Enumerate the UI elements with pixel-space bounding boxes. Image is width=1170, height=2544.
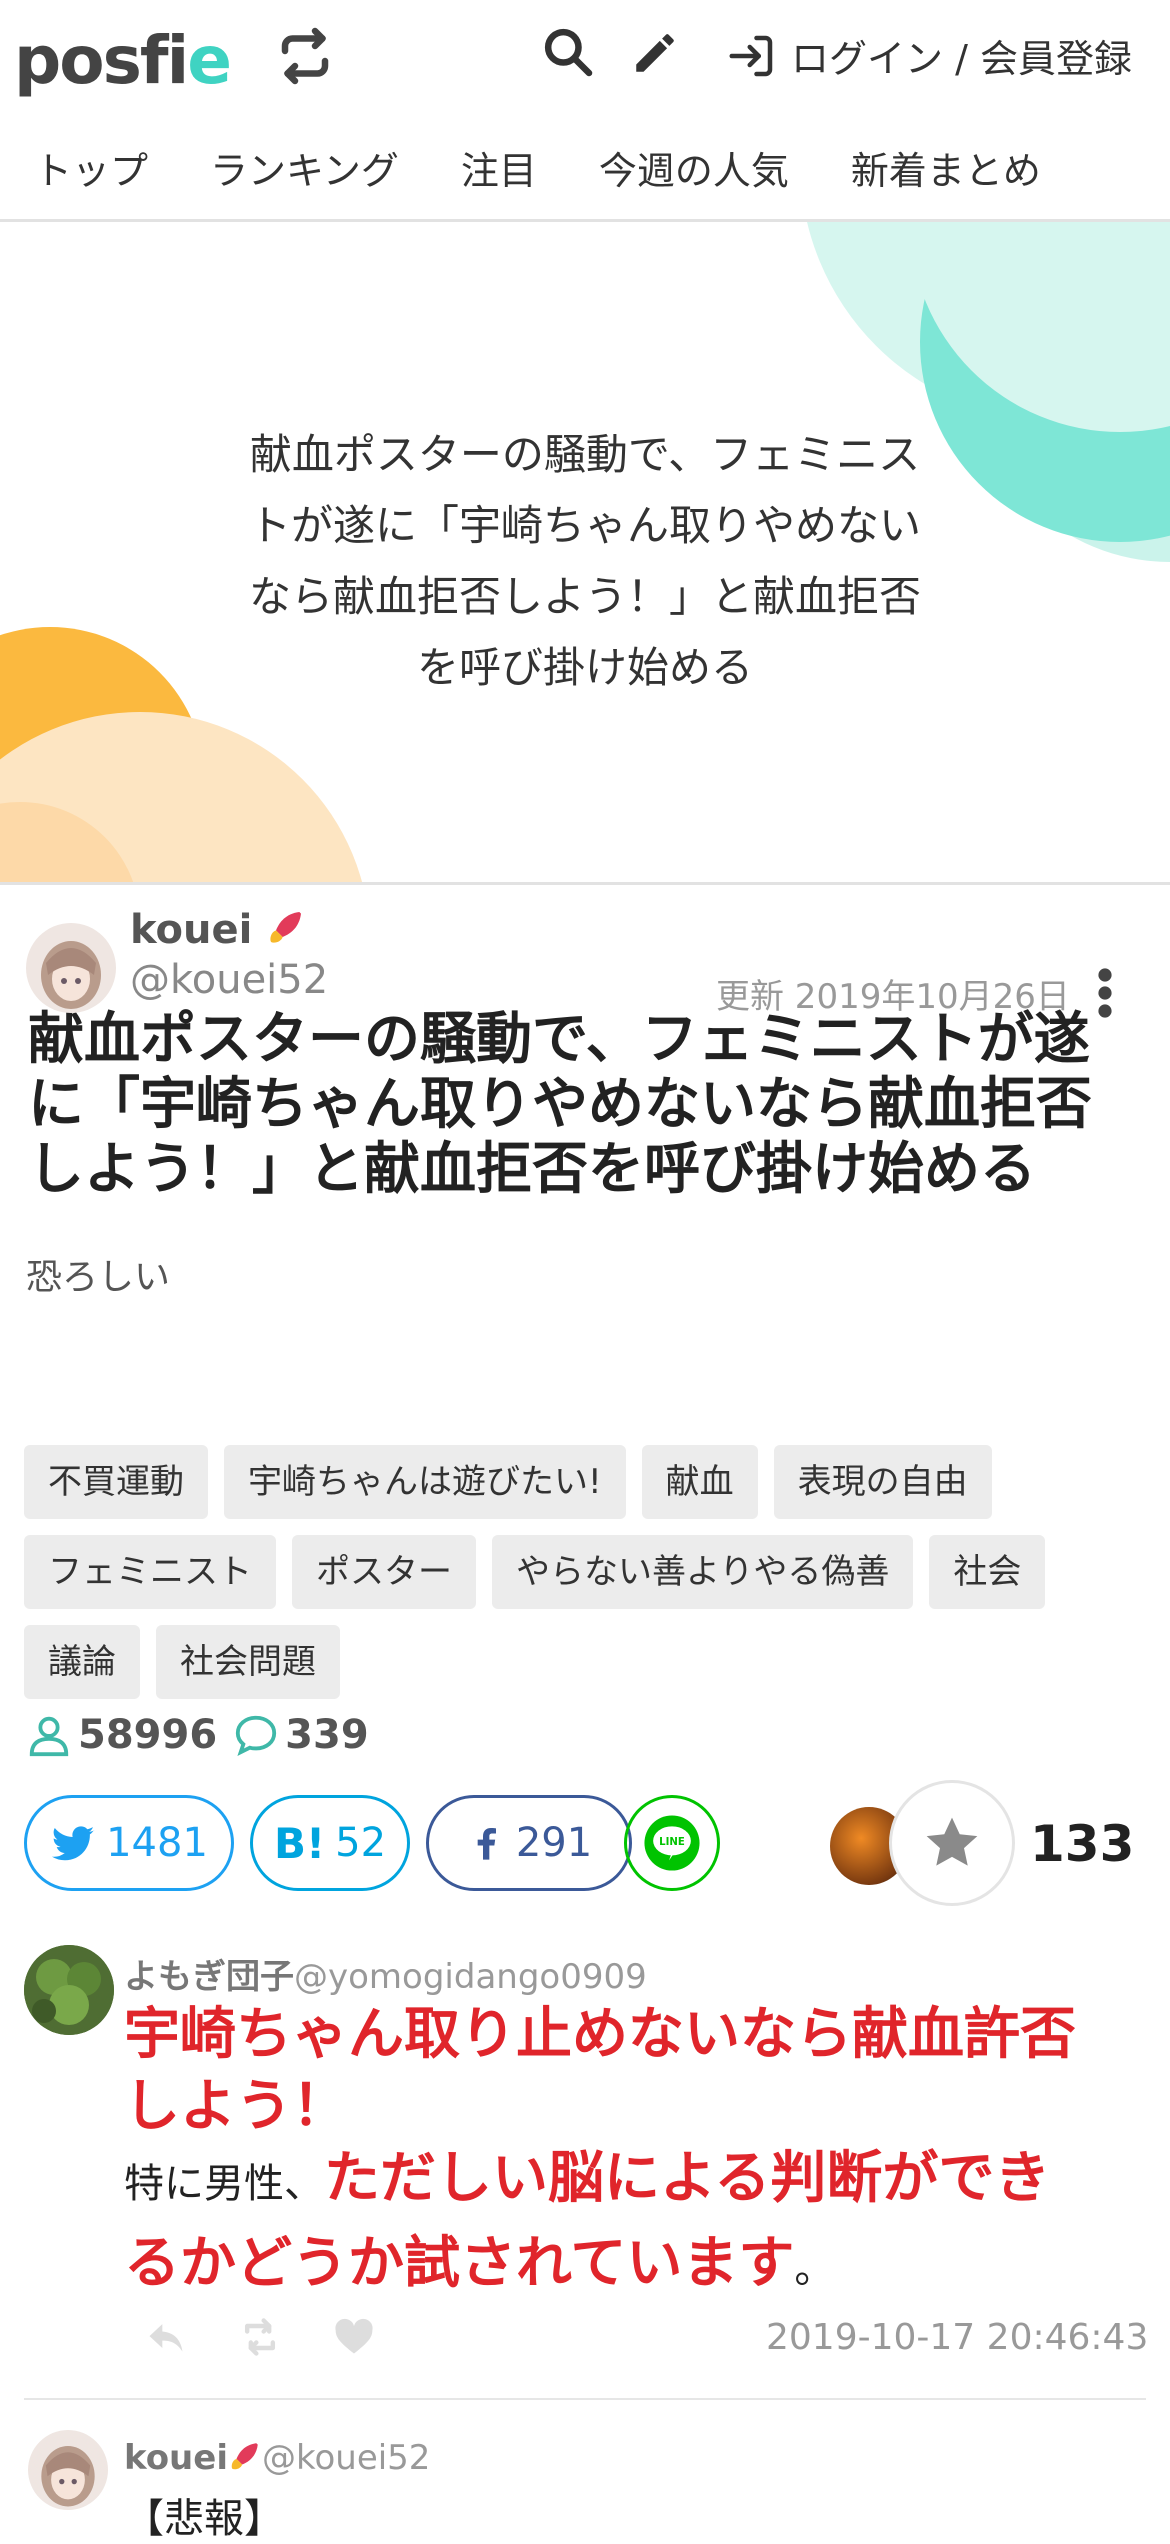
author-name-text: kouei [130,907,253,953]
comment-count: 339 [285,1712,369,1758]
hatena-count: 52 [335,1820,387,1866]
logo-main-text: posfi [14,22,189,99]
updated-date: 更新 2019年10月26日 [716,977,1070,1017]
tweet-text-normal: 。 [794,2246,835,2292]
retweet-icon[interactable] [238,2315,282,2359]
tweet-actions [144,2315,376,2359]
reply-icon[interactable] [144,2315,188,2359]
tweet-avatar[interactable] [28,2430,108,2510]
star-icon [926,1817,978,1866]
share-bar: 1481 B! 52 291 LINE 133 [24,1783,1164,1903]
tag[interactable]: 社会問題 [156,1625,340,1699]
hero-title: 献血ポスターの騒動で、フェミニス トが遂に「宇崎ちゃん取りやめない なら献血拒否… [200,419,970,703]
tweet-text: 【悲報】 [124,2496,284,2542]
nav-item-weekly-popular[interactable]: 今週の人気 [599,140,789,195]
tweet-text-line: しよう！ [124,2074,348,2139]
favorite-button[interactable] [892,1783,1012,1903]
view-count: 58996 [78,1712,218,1758]
tag[interactable]: 社会 [929,1535,1046,1609]
author-name[interactable]: kouei [130,907,306,953]
facebook-icon [477,1828,496,1860]
twitter-bird-icon [52,1826,95,1861]
tag[interactable]: ポスター [292,1535,476,1609]
hatena-logo: B! [273,1818,326,1868]
twitter-share-button[interactable]: 1481 [24,1795,234,1891]
swap-icon[interactable] [275,26,335,86]
nav-item-top[interactable]: トップ [34,140,148,195]
search-icon[interactable] [540,24,596,80]
post-stats: 58996 339 [26,1712,369,1758]
hero-title-line: を呼び掛け始める [416,643,753,692]
tweet-display-name: よもぎ団子 [124,1957,294,1997]
tweet-user[interactable]: kouei @kouei52 [124,2438,430,2478]
line-icon: LINE [644,1815,700,1871]
hatena-bookmark-button[interactable]: B! 52 [250,1795,410,1891]
tweet-avatar[interactable] [24,1945,114,2035]
login-label: ログイン / 会員登録 [791,37,1132,81]
tweet-user[interactable]: よもぎ団子@yomogidango0909 [124,1949,647,1998]
login-link[interactable]: ログイン / 会員登録 [725,28,1132,83]
tag[interactable]: 宇崎ちゃんは遊びたい! [224,1445,626,1519]
tweet-divider [24,2398,1146,2400]
nav-item-new[interactable]: 新着まとめ [851,140,1041,195]
comment-icon [236,1715,277,1757]
rocket-badge-icon [231,2443,258,2470]
tweet-text-normal: 特に男性、 [124,2161,324,2207]
tag[interactable]: フェミニスト [24,1535,276,1609]
tag[interactable]: 献血 [641,1445,758,1519]
author-handle[interactable]: @kouei52 [130,957,328,1003]
login-icon [729,35,773,76]
user-icon [29,1716,69,1757]
hero-title-line: トが遂に「宇崎ちゃん取りやめない [248,501,921,550]
like-heart-icon[interactable] [332,2315,376,2359]
tag[interactable]: 表現の自由 [773,1445,992,1519]
top-bar: posfie ログイン / 会員登録 [0,0,1170,115]
facebook-count: 291 [515,1820,593,1866]
author-block: kouei @kouei52 更新 2019年10月26日 [0,885,1170,1035]
post-subtitle: 恐ろしい [26,1257,171,1298]
tweet-handle: @yomogidango0909 [294,1957,647,1997]
line-label: LINE [659,1837,685,1848]
pencil-icon[interactable] [630,28,680,78]
posfie-logo[interactable]: posfie [14,22,232,99]
logo-accent-text: e [187,22,232,99]
hero-title-line: 献血ポスターの騒動で、フェミニス [249,430,921,479]
main-nav: トップ ランキング 注目 今週の人気 新着まとめ [0,115,1170,222]
tweet-display-name: kouei [124,2438,228,2478]
post-title-line: しよう！」と献血拒否を呼び掛け始める [28,1137,1036,1202]
favorite-count: 133 [1030,1815,1135,1873]
tweet-text-line: 宇崎ちゃん取り止めないなら献血許否 [124,2002,1076,2067]
tweet-text-red: るかどうか試されています [124,2231,795,2296]
hero-title-line: なら献血拒否しよう！」と献血拒否 [248,572,921,621]
tweet-timestamp[interactable]: 2019-10-17 20:46:43 [766,2317,1148,2358]
author-avatar[interactable] [26,923,116,1013]
post-title-line: に「宇崎ちゃん取りやめないなら献血拒否 [28,1072,1092,1137]
hero-banner: 献血ポスターの騒動で、フェミニス トが遂に「宇崎ちゃん取りやめない なら献血拒否… [0,222,1170,885]
tag[interactable]: 議論 [24,1625,140,1699]
tweet-handle: @kouei52 [261,2438,431,2478]
twitter-count: 1481 [106,1820,208,1866]
tag-list: 不買運動 宇崎ちゃんは遊びたい! 献血 表現の自由 フェミニスト ポスター やら… [24,1445,1144,1699]
facebook-share-button[interactable]: 291 [426,1795,632,1891]
post-title: 献血ポスターの騒動で、フェミニストが遂 に「宇崎ちゃん取りやめないなら献血拒否 … [0,1007,1170,1202]
line-share-button[interactable]: LINE [624,1795,720,1891]
nav-item-featured[interactable]: 注目 [461,140,537,195]
tweet-body: 宇崎ちゃん取り止めないなら献血許否 しよう！ 特に男性、ただしい脳による判断がで… [124,1999,1144,2313]
tweet-text-red: ただしい脳による判断ができ [324,2146,1051,2211]
tag[interactable]: 不買運動 [24,1445,208,1519]
nav-item-ranking[interactable]: ランキング [210,140,399,195]
more-vertical-icon[interactable] [1090,963,1120,1023]
rocket-badge-icon [270,912,302,943]
tag[interactable]: やらない善よりやる偽善 [492,1535,914,1609]
